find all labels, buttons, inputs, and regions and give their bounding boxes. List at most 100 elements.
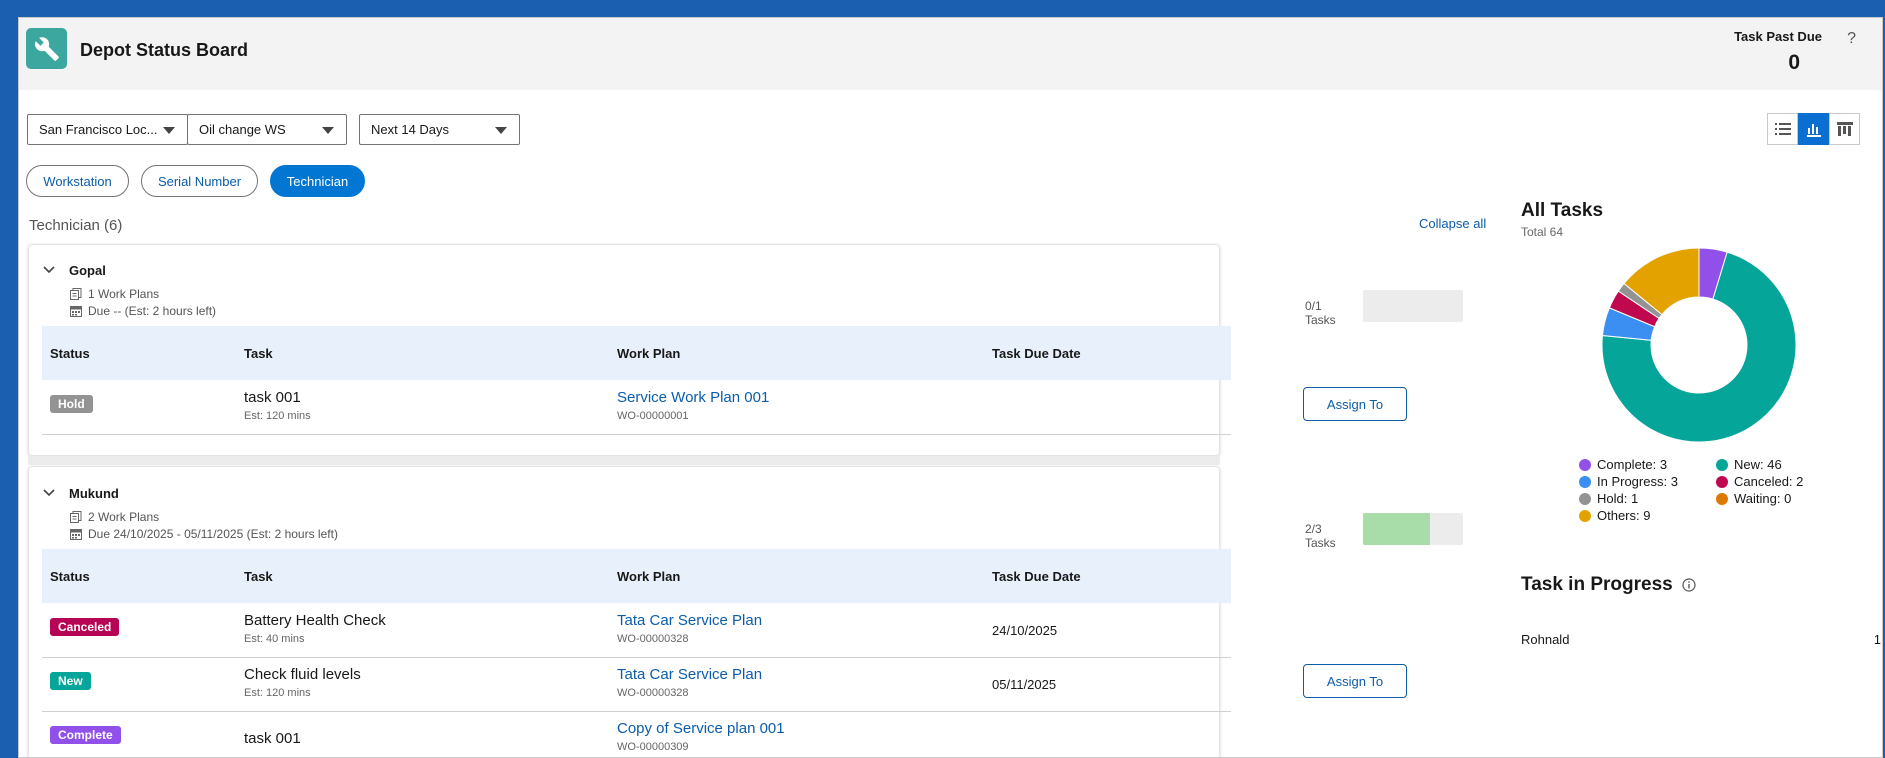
collapse-all-link[interactable]: Collapse all xyxy=(1419,216,1486,231)
assign-to-button[interactable]: Assign To xyxy=(1303,664,1407,698)
info-icon[interactable] xyxy=(1682,578,1696,592)
chevron-down-icon xyxy=(322,127,334,134)
calendar-icon xyxy=(70,306,82,317)
task-progress-bar xyxy=(1363,290,1463,322)
column-status: Status xyxy=(50,346,90,361)
task-estimate: Est: 120 mins xyxy=(244,410,311,422)
task-count: 2/3 Tasks xyxy=(1305,522,1336,550)
work-plan-link[interactable]: Service Work Plan 001 xyxy=(617,389,769,406)
calendar-icon xyxy=(70,529,82,540)
task-count: 0/1 Tasks xyxy=(1305,299,1336,327)
section-title: Technician (6) xyxy=(29,217,123,234)
work-plans-text: 2 Work Plans xyxy=(88,510,160,524)
assign-to-button[interactable]: Assign To xyxy=(1303,387,1407,421)
column-task: Task xyxy=(244,569,273,584)
chevron-down-icon[interactable] xyxy=(43,487,55,499)
column-due-date: Task Due Date xyxy=(992,569,1081,584)
legend-item-complete: Complete: 3 xyxy=(1579,457,1667,472)
task-estimate: Est: 40 mins xyxy=(244,633,305,645)
chevron-down-icon[interactable] xyxy=(43,264,55,276)
tab-technician[interactable]: Technician xyxy=(270,165,365,197)
work-order-id: WO-00000309 xyxy=(617,741,689,753)
chart-view-button[interactable] xyxy=(1798,113,1829,145)
task-progress-bar xyxy=(1363,513,1463,545)
page-header: Depot Status Board Task Past Due 0 ? xyxy=(19,18,1882,90)
list-item: Rohnald 1 xyxy=(1521,632,1881,647)
kanban-icon xyxy=(1836,122,1853,136)
date-range-select-value: Next 14 Days xyxy=(371,122,450,137)
tab-serial-number[interactable]: Serial Number xyxy=(141,165,258,197)
task-estimate: Est: 120 mins xyxy=(244,687,311,699)
legend-item-in-progress: In Progress: 3 xyxy=(1579,474,1678,489)
work-order-id: WO-00000328 xyxy=(617,633,689,645)
column-work-plan: Work Plan xyxy=(617,569,681,584)
column-status: Status xyxy=(50,569,90,584)
all-tasks-title: All Tasks xyxy=(1521,200,1604,221)
column-due-date: Task Due Date xyxy=(992,346,1081,361)
task-in-progress-title: Task in Progress xyxy=(1521,574,1696,596)
task-name: task 001 xyxy=(244,389,301,406)
task-past-due-value: 0 xyxy=(1788,51,1800,74)
list-icon xyxy=(1774,123,1791,135)
column-task: Task xyxy=(244,346,273,361)
legend-swatch xyxy=(1716,492,1728,505)
task-progress-fill xyxy=(1363,513,1430,545)
column-work-plan: Work Plan xyxy=(617,346,681,361)
task-in-progress-title-text: Task in Progress xyxy=(1521,574,1673,595)
technician-card: Mukund 2 Work Plans Due 24/10/2025 - 05/… xyxy=(28,466,1463,757)
task-due-date: 05/11/2025 xyxy=(992,677,1057,692)
due-text: Due 24/10/2025 - 05/11/2025 (Est: 2 hour… xyxy=(88,527,338,541)
help-icon[interactable]: ? xyxy=(1847,30,1856,48)
workstation-select-value: Oil change WS xyxy=(199,122,286,137)
technician-card: Gopal 1 Work Plans Due -- (Est: 2 hours … xyxy=(28,244,1463,456)
legend-label: Complete: 3 xyxy=(1597,457,1668,472)
legend-item-waiting: Waiting: 0 xyxy=(1716,491,1791,506)
legend-swatch xyxy=(1716,458,1728,471)
work-order-id: WO-00000001 xyxy=(617,410,689,422)
status-badge: Complete xyxy=(50,726,121,744)
status-badge: Hold xyxy=(50,395,93,413)
work-plan-link[interactable]: Tata Car Service Plan xyxy=(617,612,762,629)
all-tasks-donut-chart xyxy=(1601,247,1797,443)
wrench-icon xyxy=(26,28,67,69)
table-header: Status Task Work Plan Task Due Date xyxy=(42,326,1231,380)
task-count-value: 1 xyxy=(1873,632,1881,647)
legend-label: Hold: 1 xyxy=(1597,491,1639,506)
legend-swatch xyxy=(1579,458,1591,471)
task-name: task 001 xyxy=(244,730,301,747)
date-range-select[interactable]: Next 14 Days xyxy=(359,114,520,145)
technician-name: Mukund xyxy=(69,486,119,501)
board-view-button[interactable] xyxy=(1829,113,1860,145)
table-row: Complete task 001 Copy of Service plan 0… xyxy=(42,711,1231,757)
table-row: Hold task 001 Est: 120 mins Service Work… xyxy=(42,380,1407,435)
page-title: Depot Status Board xyxy=(80,40,249,60)
chevron-down-icon xyxy=(163,127,175,134)
legend-label: Waiting: 0 xyxy=(1734,491,1792,506)
location-select-value: San Francisco Loc... xyxy=(39,122,158,137)
location-select[interactable]: San Francisco Loc... xyxy=(27,114,188,145)
legend-label: Canceled: 2 xyxy=(1734,474,1804,489)
work-plan-link[interactable]: Copy of Service plan 001 xyxy=(617,720,785,737)
legend-item-hold: Hold: 1 xyxy=(1579,491,1638,506)
table-row: Canceled Battery Health Check Est: 40 mi… xyxy=(42,603,1231,658)
due-info: Due -- (Est: 2 hours left) xyxy=(70,304,216,318)
task-due-date: 24/10/2025 xyxy=(992,623,1058,638)
legend-label: New: 46 xyxy=(1734,457,1782,472)
legend-swatch xyxy=(1579,475,1591,488)
chevron-down-icon xyxy=(495,127,507,134)
work-plan-link[interactable]: Tata Car Service Plan xyxy=(617,666,762,683)
all-tasks-total: Total 64 xyxy=(1521,225,1564,239)
due-info: Due 24/10/2025 - 05/11/2025 (Est: 2 hour… xyxy=(70,527,338,541)
work-plans-text: 1 Work Plans xyxy=(88,287,160,301)
status-badge: Canceled xyxy=(50,618,120,636)
legend-swatch xyxy=(1579,509,1591,522)
work-order-id: WO-00000328 xyxy=(617,687,689,699)
legend-item-others: Others: 9 xyxy=(1579,508,1650,523)
table-header: Status Task Work Plan Task Due Date xyxy=(42,549,1231,603)
workstation-select[interactable]: Oil change WS xyxy=(187,114,347,145)
list-view-button[interactable] xyxy=(1767,113,1798,145)
tab-workstation[interactable]: Workstation xyxy=(26,165,129,197)
status-badge: New xyxy=(50,672,91,690)
due-text: Due -- (Est: 2 hours left) xyxy=(88,304,217,318)
app-frame: Depot Status Board Task Past Due 0 ? San… xyxy=(18,17,1883,758)
